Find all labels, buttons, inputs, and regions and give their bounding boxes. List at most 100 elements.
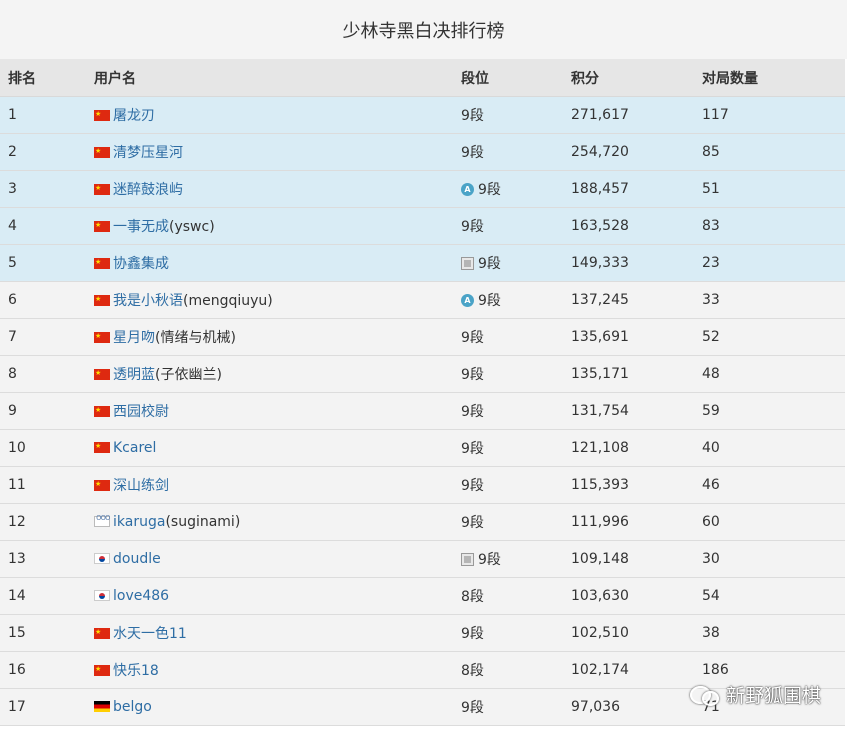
cn-flag-icon (94, 441, 110, 453)
games-cell: 83 (702, 207, 845, 245)
table-row[interactable]: 10 Kcarel 9段 121,10840 (0, 429, 845, 467)
dan-cell: 9段 (461, 392, 571, 430)
games-cell: 33 (702, 281, 845, 319)
table-row[interactable]: 4一事无成(yswc)9段163,52883 (0, 207, 845, 245)
score-cell: 188,457 (571, 170, 702, 208)
dan-cell: 9段 (461, 429, 571, 467)
username-link[interactable]: 清梦压星河 (113, 145, 183, 161)
username-link[interactable]: belgo (113, 699, 152, 715)
dan-value: 9段 (461, 330, 484, 346)
dan-value: 9段 (478, 552, 501, 568)
amateur-a-icon: A (461, 293, 474, 307)
username-link[interactable]: ikaruga (113, 514, 165, 530)
dan-value: 9段 (461, 367, 484, 383)
dan-cell: 9段 (461, 133, 571, 171)
dan-cell: 9段 (461, 244, 571, 282)
header-score[interactable]: 积分 (571, 59, 702, 97)
score-cell: 102,174 (571, 651, 702, 689)
username-link[interactable]: 透明蓝 (113, 367, 155, 383)
table-row[interactable]: 7星月吻(情绪与机械)9段135,69152 (0, 318, 845, 356)
score-cell: 121,108 (571, 429, 702, 467)
username-cell: 快乐18 (85, 651, 461, 689)
username-cell: ikaruga(suginami) (85, 503, 461, 541)
username-link[interactable]: 协鑫集成 (113, 256, 169, 272)
username-cell: Kcarel (85, 429, 461, 467)
table-row[interactable]: 5 协鑫集成 9段 149,33323 (0, 244, 845, 282)
header-games[interactable]: 对局数量 (702, 59, 845, 97)
username-alias: (mengqiuyu) (183, 293, 273, 309)
dan-cell: 8段 (461, 577, 571, 615)
cn-flag-icon (94, 220, 110, 232)
table-row[interactable]: 15 水天一色11 9段 102,51038 (0, 614, 845, 652)
username-cell: 透明蓝(子依幽兰) (85, 355, 461, 393)
username-link[interactable]: 迷醉鼓浪屿 (113, 182, 183, 198)
score-cell: 97,036 (571, 688, 702, 726)
rank-cell: 6 (0, 281, 85, 319)
table-row[interactable]: 3 迷醉鼓浪屿 A 9段 188,45751 (0, 170, 845, 208)
dan-value: 9段 (461, 108, 484, 124)
username-link[interactable]: Kcarel (113, 440, 156, 456)
table-row[interactable]: 6我是小秋语(mengqiuyu)A9段137,24533 (0, 281, 845, 319)
username-link[interactable]: love486 (113, 588, 169, 604)
table-row[interactable]: 11 深山练剑 9段 115,39346 (0, 466, 845, 504)
username-link[interactable]: 快乐18 (113, 663, 159, 679)
table-row[interactable]: 2 清梦压星河 9段 254,72085 (0, 133, 845, 171)
watermark: 新野狐围棋 (689, 681, 821, 708)
dan-cell: 9段 (461, 540, 571, 578)
score-cell: 131,754 (571, 392, 702, 430)
cn-flag-icon (94, 183, 110, 195)
dan-value: 9段 (461, 700, 484, 716)
score-cell: 271,617 (571, 96, 702, 134)
username-link[interactable]: 星月吻 (113, 330, 155, 346)
username-link[interactable]: 一事无成 (113, 219, 169, 235)
cn-flag-icon (94, 405, 110, 417)
games-cell: 60 (702, 503, 845, 541)
username-cell: 协鑫集成 (85, 244, 461, 282)
table-row[interactable]: 14 love486 8段 103,630 54 (0, 577, 845, 615)
rank-cell: 4 (0, 207, 85, 245)
rank-cell: 5 (0, 244, 85, 282)
rank-cell: 1 (0, 96, 85, 134)
page-title-bar: 少林寺黑白决排行榜 (0, 0, 847, 59)
header-rank[interactable]: 排名 (0, 59, 85, 97)
username-link[interactable]: 西园校尉 (113, 404, 169, 420)
username-cell: 一事无成(yswc) (85, 207, 461, 245)
rank-cell: 11 (0, 466, 85, 504)
games-cell: 38 (702, 614, 845, 652)
games-cell: 48 (702, 355, 845, 393)
dan-value: 9段 (478, 182, 501, 198)
dan-cell: A 9段 (461, 170, 571, 208)
username-link[interactable]: 深山练剑 (113, 478, 169, 494)
dan-value: 9段 (478, 293, 501, 309)
dan-cell: A 9段 (461, 281, 571, 319)
dan-value: 9段 (461, 626, 484, 642)
table-row[interactable]: 8透明蓝(子依幽兰)9段135,17148 (0, 355, 845, 393)
rank-cell: 3 (0, 170, 85, 208)
games-cell: 59 (702, 392, 845, 430)
games-cell: 23 (702, 244, 845, 282)
table-row[interactable]: 13 doudle 9段 109,148 30 (0, 540, 845, 578)
header-dan[interactable]: 段位 (461, 59, 571, 97)
amateur-a-icon: A (461, 182, 474, 196)
dan-value: 9段 (461, 145, 484, 161)
table-row[interactable]: 1 屠龙刃 9段 271,617117 (0, 96, 845, 134)
username-link[interactable]: doudle (113, 551, 161, 567)
dan-value: 9段 (461, 441, 484, 457)
username-link[interactable]: 我是小秋语 (113, 293, 183, 309)
wechat-icon (689, 684, 720, 706)
table-row[interactable]: 12ikaruga(suginami)9段111,99660 (0, 503, 845, 541)
rank-cell: 16 (0, 651, 85, 689)
username-link[interactable]: 水天一色11 (113, 626, 187, 642)
score-cell: 115,393 (571, 466, 702, 504)
dan-value: 9段 (461, 515, 484, 531)
username-link[interactable]: 屠龙刃 (113, 108, 155, 124)
rank-cell: 8 (0, 355, 85, 393)
games-cell: 85 (702, 133, 845, 171)
header-username[interactable]: 用户名 (85, 59, 461, 97)
dan-cell: 9段 (461, 503, 571, 541)
cn-flag-icon (94, 109, 110, 121)
dan-cell: 9段 (461, 466, 571, 504)
dan-cell: 9段 (461, 614, 571, 652)
score-cell: 149,333 (571, 244, 702, 282)
table-row[interactable]: 9 西园校尉 9段 131,75459 (0, 392, 845, 430)
